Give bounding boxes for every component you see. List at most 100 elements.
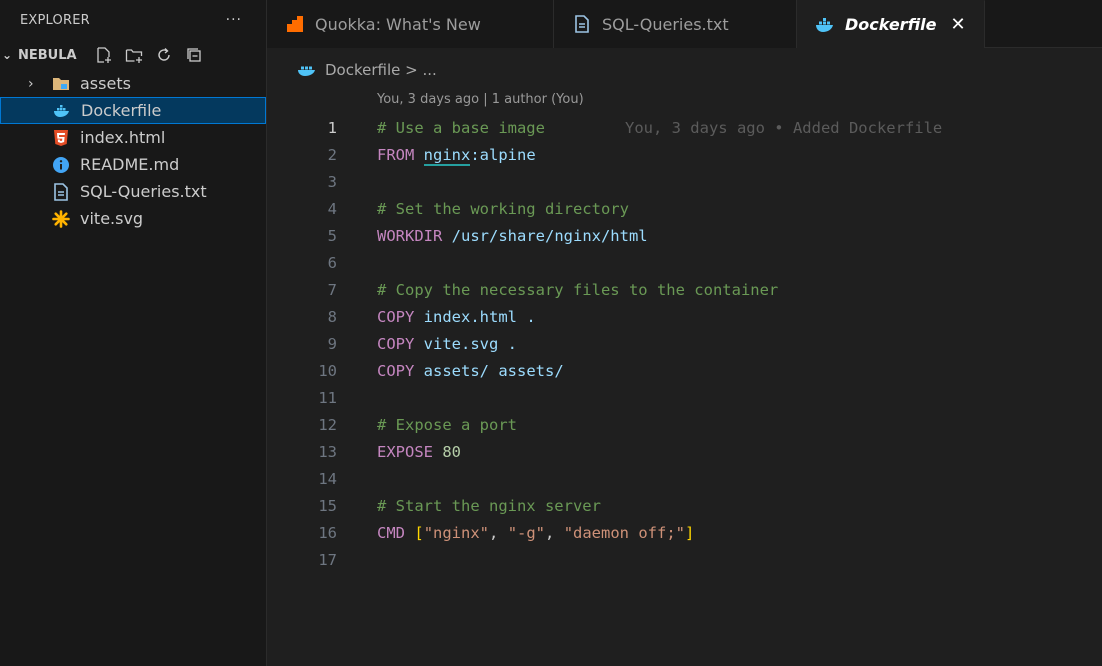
argument: index.html . bbox=[423, 307, 536, 326]
inline-blame: You, 3 days ago • Added Dockerfile bbox=[624, 118, 943, 137]
docker-icon bbox=[297, 62, 317, 78]
tree-item-dockerfile[interactable]: Dockerfile bbox=[0, 97, 266, 124]
comment: # Set the working directory bbox=[377, 199, 629, 218]
code-line[interactable]: 16 CMD ["nginx", "-g", "daemon off;"] bbox=[267, 519, 1102, 546]
tab-label: Quokka: What's New bbox=[315, 14, 481, 34]
code-line[interactable]: 13 EXPOSE 80 bbox=[267, 438, 1102, 465]
breadcrumb[interactable]: Dockerfile > ... bbox=[297, 60, 437, 80]
tab-label: SQL-Queries.txt bbox=[602, 14, 729, 34]
line-number: 7 bbox=[327, 280, 337, 299]
info-icon bbox=[52, 156, 70, 174]
line-number: 12 bbox=[318, 415, 337, 434]
line-number: 10 bbox=[318, 361, 337, 380]
line-number: 3 bbox=[327, 172, 337, 191]
tab-quokka-whats-new[interactable]: Quokka: What's New bbox=[267, 0, 554, 48]
comment: # Copy the necessary files to the contai… bbox=[377, 280, 779, 299]
separator: , bbox=[545, 523, 564, 542]
tree-item-readme[interactable]: README.md bbox=[0, 151, 266, 178]
code-editor[interactable]: You, 3 days ago | 1 author (You) 1 # Use… bbox=[267, 88, 1102, 666]
code-line[interactable]: 6 bbox=[267, 249, 1102, 276]
new-folder-icon[interactable] bbox=[125, 46, 143, 64]
keyword: CMD bbox=[377, 523, 405, 542]
code-line[interactable]: 4 # Set the working directory bbox=[267, 195, 1102, 222]
tree-item-assets[interactable]: › assets bbox=[0, 70, 266, 97]
tree-item-label: assets bbox=[80, 74, 131, 93]
code-line[interactable]: 12 # Expose a port bbox=[267, 411, 1102, 438]
comment: # Expose a port bbox=[377, 415, 517, 434]
explorer-sidebar: EXPLORER ··· ⌄ NEBULA › assets Dockerfil… bbox=[0, 0, 267, 666]
more-actions-icon[interactable]: ··· bbox=[226, 12, 242, 28]
editor-tab-bar: Quokka: What's New SQL-Queries.txt Docke… bbox=[267, 0, 1102, 48]
line-number: 13 bbox=[318, 442, 337, 461]
new-file-icon[interactable] bbox=[95, 46, 113, 64]
tree-item-sql-queries[interactable]: SQL-Queries.txt bbox=[0, 178, 266, 205]
tab-dockerfile[interactable]: Dockerfile ✕ bbox=[797, 0, 985, 48]
explorer-title: EXPLORER bbox=[20, 12, 90, 28]
code-line[interactable]: 5 WORKDIR /usr/share/nginx/html bbox=[267, 222, 1102, 249]
keyword: COPY bbox=[377, 361, 415, 380]
string: "daemon off;" bbox=[563, 523, 686, 542]
code-line[interactable]: 1 # Use a base image You, 3 days ago • Ad… bbox=[267, 114, 1102, 141]
code-line[interactable]: 14 bbox=[267, 465, 1102, 492]
quokka-icon bbox=[285, 14, 305, 34]
chevron-right-icon[interactable]: › bbox=[28, 76, 44, 92]
folder-icon bbox=[52, 75, 70, 93]
comment: # Start the nginx server bbox=[377, 496, 601, 515]
text-file-icon bbox=[572, 14, 592, 34]
docker-icon bbox=[815, 15, 835, 35]
argument: vite.svg . bbox=[423, 334, 517, 353]
tree-item-label: vite.svg bbox=[80, 209, 144, 228]
code-line[interactable]: 8 COPY index.html . bbox=[267, 303, 1102, 330]
image-tag: :alpine bbox=[470, 145, 536, 164]
text-file-icon bbox=[52, 182, 70, 201]
string: "-g" bbox=[507, 523, 546, 542]
line-number: 16 bbox=[318, 523, 337, 542]
port-number: 80 bbox=[442, 442, 462, 461]
code-line[interactable]: 10 COPY assets/ assets/ bbox=[267, 357, 1102, 384]
tree-item-label: SQL-Queries.txt bbox=[80, 182, 207, 201]
line-number: 14 bbox=[318, 469, 337, 488]
argument: assets/ assets/ bbox=[423, 361, 564, 380]
line-number: 17 bbox=[318, 550, 337, 569]
workspace-folder-name: NEBULA bbox=[18, 47, 77, 63]
tree-item-label: Dockerfile bbox=[81, 101, 162, 120]
collapse-all-icon[interactable] bbox=[185, 46, 203, 64]
tree-item-index-html[interactable]: index.html bbox=[0, 124, 266, 151]
code-lines[interactable]: 1 # Use a base image You, 3 days ago • Ad… bbox=[267, 114, 1102, 573]
line-number: 15 bbox=[318, 496, 337, 515]
close-icon[interactable]: ✕ bbox=[951, 14, 966, 35]
chevron-down-icon[interactable]: ⌄ bbox=[2, 48, 14, 62]
line-number: 4 bbox=[327, 199, 337, 218]
keyword: EXPOSE bbox=[377, 442, 433, 461]
tree-item-label: README.md bbox=[80, 155, 180, 174]
code-line[interactable]: 11 bbox=[267, 384, 1102, 411]
refresh-icon[interactable] bbox=[155, 46, 173, 64]
tree-item-vite-svg[interactable]: vite.svg bbox=[0, 205, 266, 232]
bracket: [ bbox=[414, 523, 424, 542]
explorer-header: EXPLORER ··· bbox=[0, 0, 266, 40]
keyword: WORKDIR bbox=[377, 226, 443, 245]
workspace-folder[interactable]: ⌄ NEBULA bbox=[0, 40, 266, 70]
svg-icon bbox=[52, 209, 70, 228]
keyword: FROM bbox=[377, 145, 415, 164]
code-line[interactable]: 15 # Start the nginx server bbox=[267, 492, 1102, 519]
git-codelens[interactable]: You, 3 days ago | 1 author (You) bbox=[377, 92, 584, 107]
tab-sql-queries[interactable]: SQL-Queries.txt bbox=[554, 0, 797, 48]
docker-icon bbox=[53, 102, 71, 120]
line-number: 6 bbox=[327, 253, 337, 272]
separator: , bbox=[489, 523, 508, 542]
line-number: 2 bbox=[327, 145, 337, 164]
code-line[interactable]: 9 COPY vite.svg . bbox=[267, 330, 1102, 357]
code-line[interactable]: 17 bbox=[267, 546, 1102, 573]
breadcrumb-text[interactable]: Dockerfile > ... bbox=[325, 61, 437, 79]
line-number: 1 bbox=[327, 118, 337, 137]
keyword: COPY bbox=[377, 334, 415, 353]
code-line[interactable]: 7 # Copy the necessary files to the cont… bbox=[267, 276, 1102, 303]
code-line[interactable]: 3 bbox=[267, 168, 1102, 195]
image-name[interactable]: nginx bbox=[423, 145, 471, 166]
bracket: ] bbox=[685, 523, 695, 542]
code-line[interactable]: 2 FROM nginx:alpine bbox=[267, 141, 1102, 168]
tree-item-label: index.html bbox=[80, 128, 166, 147]
tab-label: Dockerfile bbox=[845, 15, 937, 34]
keyword: COPY bbox=[377, 307, 415, 326]
